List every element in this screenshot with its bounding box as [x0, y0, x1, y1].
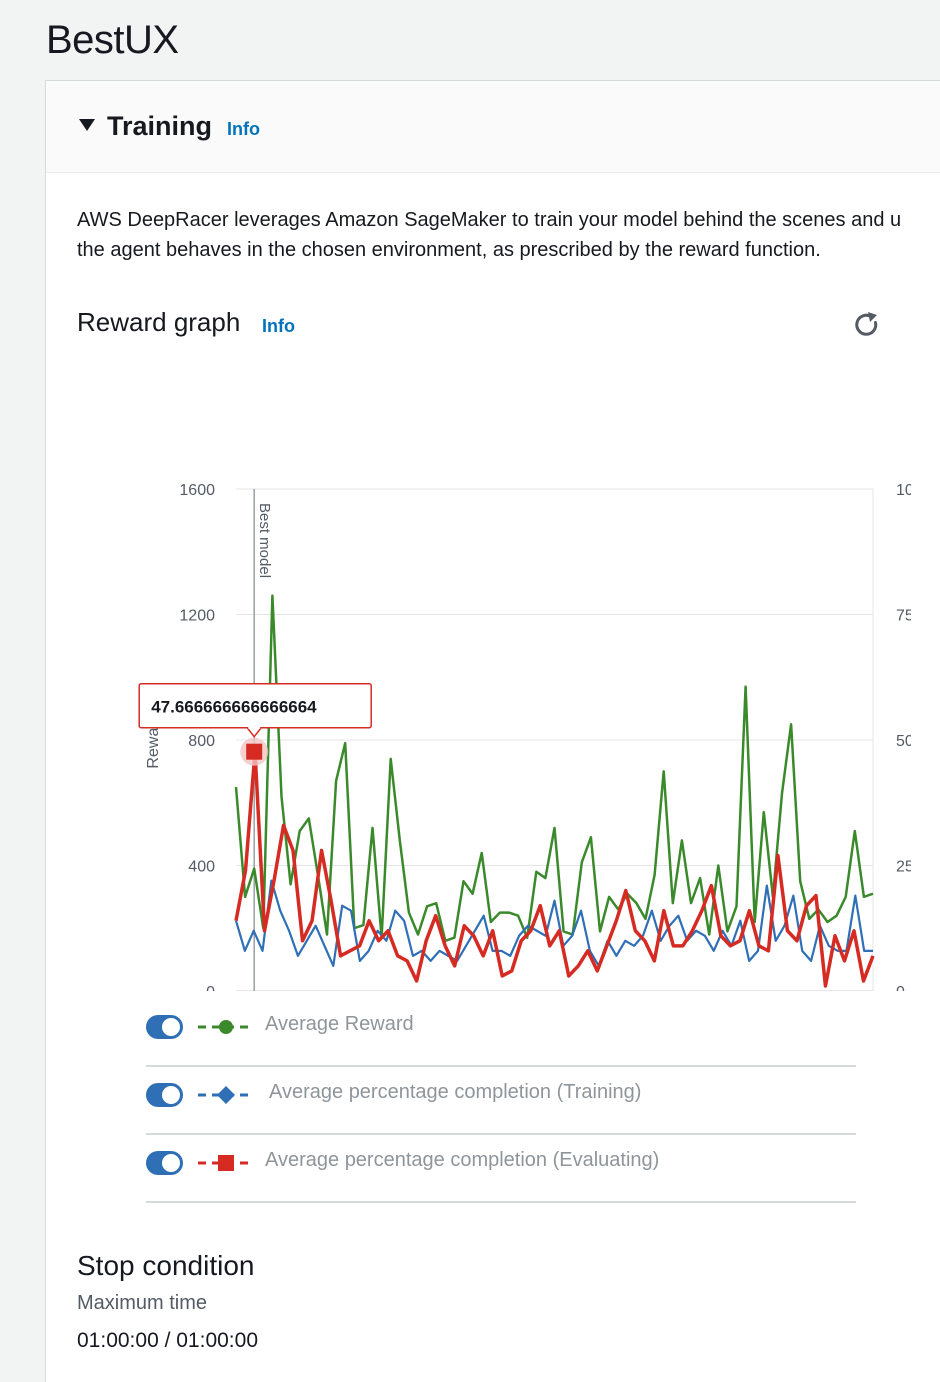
reward-graph-title: Reward graph: [77, 307, 241, 337]
page-title: BestUX: [46, 18, 179, 62]
tooltip-pointer: [245, 726, 263, 738]
legend-item-average-reward[interactable]: Average Reward: [146, 999, 856, 1067]
series-line: [234, 594, 874, 943]
circle-marker-icon: [198, 1020, 254, 1034]
reward-graph-info-link[interactable]: Info: [262, 316, 295, 337]
legend-item-training[interactable]: Average percentage completion (Training): [146, 1067, 856, 1135]
tooltip-text: 47.666666666666664: [151, 698, 317, 717]
training-title: Training: [107, 111, 213, 141]
training-description: AWS DeepRacer leverages Amazon SageMaker…: [77, 205, 940, 265]
square-marker-icon: [198, 1155, 254, 1171]
training-info-link[interactable]: Info: [227, 119, 260, 140]
y-left-tick-label: 400: [188, 859, 215, 876]
y-left-tick-label: 800: [188, 733, 215, 750]
refresh-icon[interactable]: [852, 310, 882, 340]
tooltip-pointer-mask: [248, 724, 261, 729]
toggle-average-reward[interactable]: [146, 1015, 183, 1039]
series-line: [234, 879, 873, 968]
y-left-tick-label: 1600: [179, 482, 215, 499]
y-right-tick-label: 25: [896, 859, 911, 876]
y-right-tick-label: 0: [896, 984, 905, 991]
diamond-marker-icon: [198, 1086, 254, 1104]
description-line-1: AWS DeepRacer leverages Amazon SageMaker…: [77, 209, 902, 231]
highlight-point: [246, 743, 263, 760]
legend-label: Average percentage completion (Training): [269, 1081, 642, 1103]
legend-label: Average percentage completion (Evaluatin…: [265, 1149, 660, 1171]
y-right-tick-label: 75: [896, 608, 911, 625]
toggle-training[interactable]: [146, 1083, 183, 1107]
y-right-tick-label: 100: [896, 482, 911, 499]
stop-condition-value: 01:00:00 / 01:00:00: [77, 1329, 258, 1352]
caret-down-icon[interactable]: [79, 119, 95, 131]
legend-label: Average Reward: [265, 1013, 414, 1035]
reward-chart: 0400800120016000255075100100200300Iterat…: [138, 482, 911, 991]
legend-item-evaluating[interactable]: Average percentage completion (Evaluatin…: [146, 1135, 856, 1203]
best-model-label: Best model: [256, 503, 273, 578]
training-panel: Training Info AWS DeepRacer leverages Am…: [45, 80, 940, 1382]
stop-condition-label: Maximum time: [77, 1292, 208, 1314]
training-header[interactable]: Training Info: [46, 81, 940, 173]
y-left-tick-label: 0: [206, 984, 215, 991]
stop-condition-title: Stop condition: [77, 1250, 255, 1281]
y-left-tick-label: 1200: [179, 608, 215, 625]
y-right-tick-label: 50: [896, 733, 911, 750]
toggle-evaluating[interactable]: [146, 1151, 183, 1175]
description-line-2: the agent behaves in the chosen environm…: [77, 239, 821, 261]
